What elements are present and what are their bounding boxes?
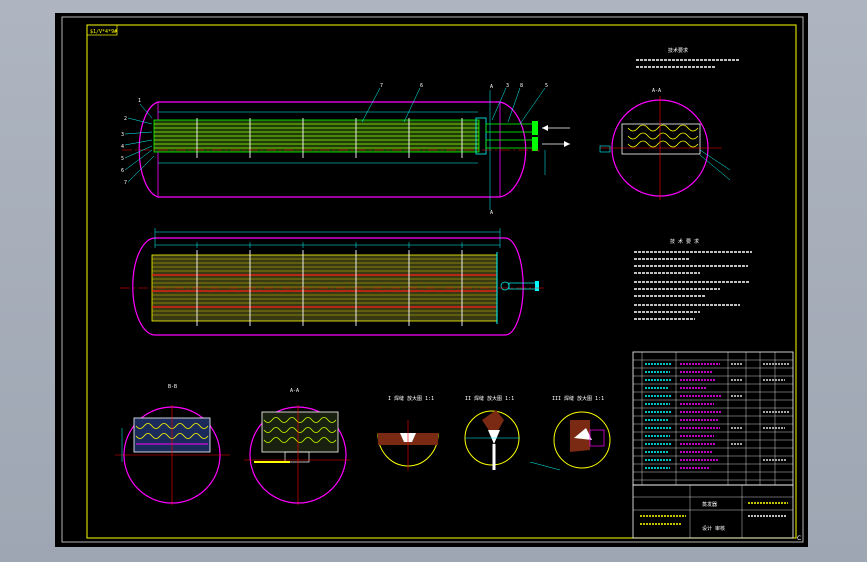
svg-text:5: 5 xyxy=(545,83,548,89)
flange-inlet xyxy=(532,121,538,135)
svg-text:8: 8 xyxy=(520,83,523,89)
flange-plan xyxy=(535,281,539,291)
svg-text:3: 3 xyxy=(121,132,124,138)
section-c-label: A-A xyxy=(290,388,299,394)
flange-outlet xyxy=(532,137,538,151)
svg-text:5: 5 xyxy=(121,156,124,162)
section-c-bundle xyxy=(261,411,339,453)
tube-lines-top xyxy=(154,123,479,149)
frame-corner-label: C xyxy=(797,535,801,542)
svg-text:6: 6 xyxy=(121,168,124,174)
detail-label-3: III 焊缝 放大图 1:1 xyxy=(552,395,604,402)
svg-text:3: 3 xyxy=(506,83,509,89)
section-b-label: B-B xyxy=(168,384,177,390)
svg-text:2: 2 xyxy=(124,116,127,122)
svg-text:7: 7 xyxy=(124,180,127,186)
detail-label-2: II 焊缝 放大图 1:1 xyxy=(465,395,514,402)
tech-req-title-2: 技 术 要 求 xyxy=(670,238,699,245)
svg-text:A: A xyxy=(490,210,493,216)
cad-drawing[interactable]: $1/V*4*9# C 7 6 3 8 5 123 4567 AA A-A 技术… xyxy=(0,0,867,562)
svg-text:7: 7 xyxy=(380,83,383,89)
svg-text:1: 1 xyxy=(138,98,141,104)
title-block-sub: 设计 审核 xyxy=(702,525,725,532)
section-a-label: A-A xyxy=(652,88,661,94)
view-label: $1/V*4*9# xyxy=(90,29,117,35)
svg-text:6: 6 xyxy=(420,83,423,89)
tech-req-title-1: 技术要求 xyxy=(668,47,688,54)
detail-label-1: I 焊缝 放大图 1:1 xyxy=(388,395,434,402)
cad-viewport[interactable]: $1/V*4*9# C 7 6 3 8 5 1 2 3 4 5 6 7 A A … xyxy=(0,0,867,562)
title-block-name: 蒸发器 xyxy=(702,501,717,508)
svg-text:A: A xyxy=(490,84,493,90)
svg-text:4: 4 xyxy=(121,144,124,150)
